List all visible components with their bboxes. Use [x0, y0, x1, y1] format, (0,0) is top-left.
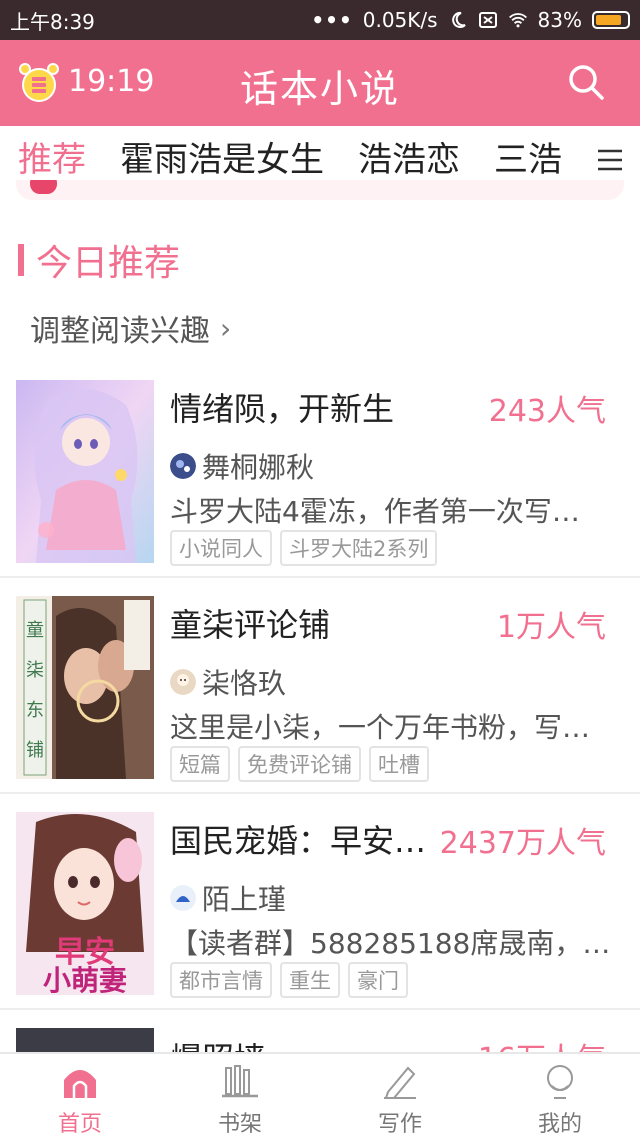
nav-home-label: 首页 — [57, 1112, 102, 1137]
alarm-clock-icon[interactable] — [16, 60, 62, 106]
author-row[interactable]: 舞桐娜秋 — [170, 446, 314, 486]
book-cover[interactable]: 童 柒 东 铺 — [16, 596, 154, 779]
svg-text:东: 东 — [26, 700, 44, 721]
author-avatar — [170, 885, 196, 911]
book-cover[interactable]: 早安 小萌妻 — [16, 812, 154, 995]
tag[interactable]: 免费评论铺 — [238, 746, 361, 782]
book-title: 童柒评论铺 — [170, 606, 331, 644]
sim-icon — [478, 12, 497, 28]
author-name: 柒恪玖 — [202, 667, 287, 700]
nav-home[interactable]: 首页 — [0, 1054, 160, 1138]
adjust-interest-link[interactable]: 调整阅读兴趣 › — [30, 306, 231, 350]
author-name: 舞桐娜秋 — [202, 451, 315, 484]
list-item[interactable]: 情绪陨，开新生 243人气 舞桐娜秋 斗罗大陆4霍冻，作者第一次写… 小说同人 … — [0, 362, 640, 578]
tag[interactable]: 都市言情 — [170, 962, 272, 998]
book-description: 【读者群】588285188席晟南，… — [170, 927, 611, 960]
cover-text-2: 小萌妻 — [43, 964, 127, 995]
nav-bookshelf[interactable]: 书架 — [160, 1054, 320, 1138]
list-item[interactable]: 童 柒 东 铺 童柒评论铺 1万人气 柒恪玖 这里是小柒，一个万年书粉，写… 短… — [0, 578, 640, 794]
battery-percent: 83% — [537, 8, 582, 32]
tag[interactable]: 重生 — [280, 962, 340, 998]
search-icon[interactable] — [566, 62, 606, 102]
author-avatar — [170, 669, 196, 695]
tag[interactable]: 短篇 — [170, 746, 230, 782]
author-row[interactable]: 陌上瑾 — [170, 878, 286, 918]
author-row[interactable]: 柒恪玖 — [170, 662, 286, 702]
home-icon — [64, 1070, 96, 1098]
nav-bookshelf-label: 书架 — [217, 1112, 262, 1137]
bottom-nav: 首页 书架 写作 我的 — [0, 1052, 640, 1138]
nav-write[interactable]: 写作 — [320, 1054, 480, 1138]
book-title: 情绪陨，开新生 — [170, 390, 395, 428]
svg-text:柒: 柒 — [26, 660, 44, 681]
svg-text:童: 童 — [26, 620, 44, 641]
popularity: 2437万人气 — [439, 826, 606, 861]
network-speed: 0.05K/s — [362, 8, 438, 32]
status-time: 上午8:39 — [10, 9, 95, 34]
section-header: 今日推荐 — [18, 236, 180, 284]
book-list: 情绪陨，开新生 243人气 舞桐娜秋 斗罗大陆4霍冻，作者第一次写… 小说同人 … — [0, 362, 640, 1010]
battery-icon — [592, 11, 630, 29]
section-accent-bar — [18, 244, 24, 276]
popularity: 1万人气 — [496, 610, 606, 645]
nav-write-label: 写作 — [377, 1112, 422, 1137]
tag-list: 短篇 免费评论铺 吐槽 — [170, 746, 429, 782]
tag[interactable]: 吐槽 — [369, 746, 429, 782]
tag[interactable]: 小说同人 — [170, 530, 272, 566]
pen-icon — [384, 1066, 416, 1099]
book-description: 这里是小柒，一个万年书粉，写… — [170, 711, 591, 744]
profile-icon — [547, 1065, 573, 1099]
notice-badge — [30, 180, 58, 194]
bookshelf-icon — [222, 1065, 258, 1098]
tag-list: 小说同人 斗罗大陆2系列 — [170, 530, 438, 566]
more-dots-icon: ••• — [311, 8, 353, 32]
book-cover[interactable] — [16, 380, 154, 563]
svg-text:铺: 铺 — [26, 740, 44, 761]
author-avatar — [170, 453, 196, 479]
header-clock[interactable]: 19:19 — [68, 64, 154, 99]
tag-list: 都市言情 重生 豪门 — [170, 962, 408, 998]
tag[interactable]: 豪门 — [348, 962, 408, 998]
nav-profile-label: 我的 — [537, 1112, 582, 1137]
wifi-icon — [508, 13, 527, 28]
section-title: 今日推荐 — [36, 243, 181, 284]
hamburger-icon — [598, 149, 622, 171]
book-title: 国民宠婚：早安… — [170, 822, 427, 860]
popularity: 243人气 — [488, 394, 606, 429]
moon-icon — [451, 11, 466, 28]
book-description: 斗罗大陆4霍冻，作者第一次写… — [170, 495, 580, 528]
list-item[interactable]: 早安 小萌妻 国民宠婚：早安… 2437万人气 陌上瑾 【读者群】5882851… — [0, 794, 640, 1010]
tag[interactable]: 斗罗大陆2系列 — [280, 530, 438, 566]
chevron-right-icon: › — [220, 311, 232, 345]
nav-profile[interactable]: 我的 — [480, 1054, 640, 1138]
app-header: 19:19 话本小说 — [0, 40, 640, 126]
status-bar: 上午8:39 ••• 0.05K/s 83% — [0, 0, 640, 40]
adjust-label: 调整阅读兴趣 — [30, 314, 210, 349]
notice-strip[interactable] — [16, 180, 624, 214]
author-name: 陌上瑾 — [202, 883, 287, 916]
